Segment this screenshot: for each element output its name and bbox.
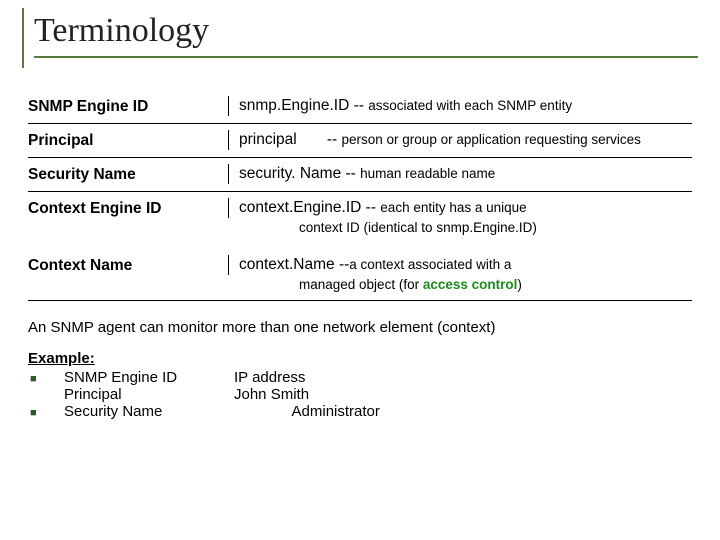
terminology-table: SNMP Engine ID snmp.Engine.ID -- associa… bbox=[28, 90, 692, 301]
term-var: snmp.Engine.ID bbox=[239, 97, 349, 114]
table-row: Principal principal -- person or group o… bbox=[28, 124, 692, 158]
term-desc: associated with each SNMP entity bbox=[368, 98, 572, 113]
term-label: Context Engine ID bbox=[28, 198, 229, 218]
cont-green: access control bbox=[423, 277, 518, 292]
term-dashes: -- bbox=[335, 256, 350, 273]
term-dashes: -- bbox=[349, 97, 368, 114]
term-label: Context Name bbox=[28, 255, 229, 275]
title-wrap: Terminology bbox=[22, 8, 698, 68]
table-row: Security Name security. Name -- human re… bbox=[28, 158, 692, 192]
example-value: John Smith bbox=[234, 386, 698, 403]
example-value: Administrator bbox=[234, 403, 698, 420]
term-var: security. Name bbox=[239, 165, 341, 182]
example-title: Example: bbox=[28, 350, 698, 367]
term-dashes: -- bbox=[341, 165, 360, 182]
term-dashes: -- bbox=[361, 199, 380, 216]
term-label: Security Name bbox=[28, 164, 229, 184]
list-item: ■ SNMP Engine ID IP address bbox=[28, 369, 698, 386]
table-row: Context Engine ID context.Engine.ID -- e… bbox=[28, 192, 692, 243]
example-label: Security Name bbox=[64, 403, 234, 420]
cont-prefix: managed object (for bbox=[299, 277, 423, 292]
list-item: ■ Security Name Administrator bbox=[28, 403, 698, 420]
term-var: principal bbox=[239, 131, 297, 148]
table-row: Context Name context.Name --a context as… bbox=[28, 243, 692, 301]
example-label: Principal bbox=[64, 386, 234, 403]
cont-suffix: ) bbox=[517, 277, 522, 292]
term-definition: security. Name -- human readable name bbox=[229, 164, 692, 185]
term-definition: principal -- person or group or applicat… bbox=[229, 130, 692, 151]
term-desc-cont: context ID (identical to snmp.Engine.ID) bbox=[239, 219, 692, 237]
example-label: SNMP Engine ID bbox=[64, 369, 234, 386]
example-block: Example: ■ SNMP Engine ID IP address Pri… bbox=[28, 350, 698, 420]
example-value: IP address bbox=[234, 369, 698, 386]
term-dashes: -- bbox=[297, 131, 342, 148]
page-title: Terminology bbox=[34, 12, 698, 58]
term-desc: person or group or application requestin… bbox=[342, 132, 641, 147]
term-var: context.Engine.ID bbox=[239, 199, 361, 216]
term-label: Principal bbox=[28, 130, 229, 150]
term-var: context.Name bbox=[239, 256, 335, 273]
list-item: Principal John Smith bbox=[28, 386, 698, 403]
term-desc: human readable name bbox=[360, 166, 495, 181]
term-definition: context.Name --a context associated with… bbox=[229, 255, 692, 294]
table-row: SNMP Engine ID snmp.Engine.ID -- associa… bbox=[28, 90, 692, 124]
bullet-icon: ■ bbox=[28, 407, 64, 419]
term-definition: context.Engine.ID -- each entity has a u… bbox=[229, 198, 692, 237]
term-desc: each entity has a unique bbox=[380, 200, 526, 215]
term-label: SNMP Engine ID bbox=[28, 96, 229, 116]
term-definition: snmp.Engine.ID -- associated with each S… bbox=[229, 96, 692, 117]
example-rows: ■ SNMP Engine ID IP address Principal Jo… bbox=[28, 369, 698, 420]
slide: Terminology SNMP Engine ID snmp.Engine.I… bbox=[0, 0, 720, 540]
term-desc: a context associated with a bbox=[349, 257, 511, 272]
term-desc-cont: managed object (for access control) bbox=[239, 276, 692, 294]
bullet-icon: ■ bbox=[28, 373, 64, 385]
note-text: An SNMP agent can monitor more than one … bbox=[28, 319, 698, 336]
